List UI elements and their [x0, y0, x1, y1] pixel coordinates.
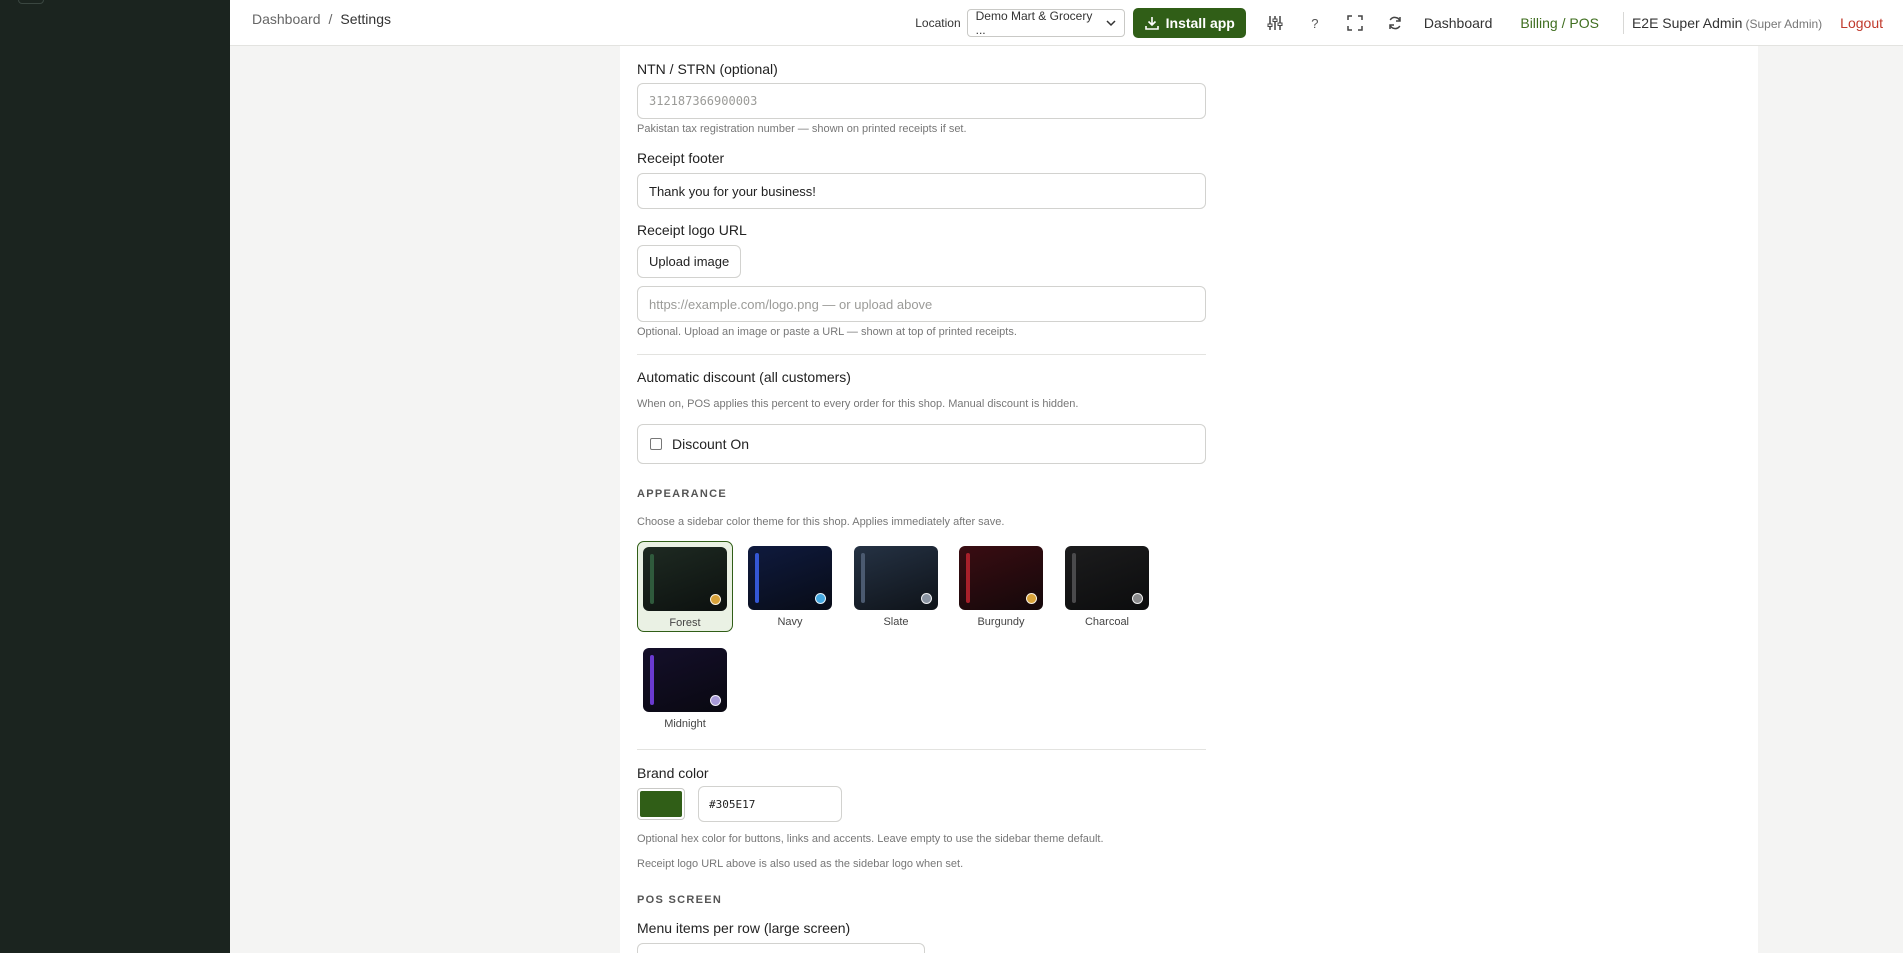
- receipt-logo-placeholder: https://example.com/logo.png — or upload…: [649, 296, 933, 312]
- brand-color-fill: [640, 791, 682, 817]
- install-app-label: Install app: [1165, 15, 1235, 31]
- theme-option-slate[interactable]: Slate: [848, 541, 944, 632]
- theme-swatch: [643, 648, 727, 712]
- theme-swatch: [748, 546, 832, 610]
- breadcrumb: Dashboard / Settings: [252, 11, 391, 27]
- upload-image-button[interactable]: Upload image: [637, 245, 742, 278]
- receipt-footer-value: Thank you for your business!: [649, 183, 816, 199]
- install-app-button[interactable]: Install app: [1132, 8, 1246, 38]
- filters-icon[interactable]: [1264, 12, 1286, 34]
- theme-swatch: [959, 546, 1043, 610]
- pos-screen-heading: POS SCREEN: [637, 894, 723, 906]
- breadcrumb-current: Settings: [340, 11, 391, 27]
- theme-swatch: [643, 547, 727, 611]
- discount-on-label: Discount On: [672, 436, 750, 452]
- top-bar-actions: Location Demo Mart & Grocery ... Install…: [915, 0, 1883, 46]
- theme-name: Forest: [669, 617, 701, 629]
- ntn-input[interactable]: 312187366900003: [637, 83, 1206, 119]
- theme-option-burgundy[interactable]: Burgundy: [953, 541, 1049, 632]
- discount-on-checkbox[interactable]: [650, 438, 662, 450]
- chevron-down-icon: [1106, 20, 1116, 27]
- automatic-discount-title: Automatic discount (all customers): [637, 369, 851, 385]
- location-value: Demo Mart & Grocery ...: [975, 9, 1093, 37]
- refresh-icon[interactable]: [1384, 12, 1406, 34]
- divider: [637, 749, 1206, 750]
- ntn-hint: Pakistan tax registration number — shown…: [637, 123, 967, 135]
- sidebar: [0, 0, 230, 953]
- theme-swatch: [854, 546, 938, 610]
- menu-items-per-row-input[interactable]: [637, 943, 925, 953]
- brand-logo-hint: Receipt logo URL above is also used as t…: [637, 858, 964, 870]
- divider: [637, 354, 1206, 355]
- theme-option-forest[interactable]: Forest: [637, 541, 733, 632]
- appearance-heading: APPEARANCE: [637, 488, 728, 500]
- help-icon[interactable]: ?: [1304, 12, 1326, 34]
- theme-name: Midnight: [664, 718, 706, 730]
- breadcrumb-separator: /: [328, 11, 333, 27]
- discount-on-toggle[interactable]: Discount On: [637, 424, 1206, 464]
- location-label: Location: [915, 16, 961, 30]
- location-select[interactable]: Demo Mart & Grocery ...: [966, 9, 1125, 37]
- receipt-logo-label: Receipt logo URL: [637, 222, 747, 238]
- theme-option-midnight[interactable]: Midnight: [637, 643, 733, 734]
- brand-color-hex-value: #305E17: [709, 797, 756, 811]
- appearance-hint: Choose a sidebar color theme for this sh…: [637, 516, 1005, 528]
- automatic-discount-hint: When on, POS applies this percent to eve…: [637, 398, 1079, 410]
- receipt-logo-hint: Optional. Upload an image or paste a URL…: [637, 326, 1017, 338]
- brand-color-picker[interactable]: [637, 788, 685, 820]
- theme-option-charcoal[interactable]: Charcoal: [1059, 541, 1155, 632]
- fullscreen-icon[interactable]: [1344, 12, 1366, 34]
- theme-swatch: [1065, 546, 1149, 610]
- top-bar-divider: [1622, 12, 1624, 34]
- menu-items-per-row-label: Menu items per row (large screen): [637, 920, 851, 936]
- user-menu[interactable]: E2E Super Admin (Super Admin): [1632, 15, 1822, 31]
- user-name: E2E Super Admin: [1631, 15, 1743, 31]
- user-role: (Super Admin): [1745, 17, 1823, 31]
- top-bar: Dashboard / Settings Location Demo Mart …: [230, 0, 1903, 46]
- receipt-footer-label: Receipt footer: [637, 150, 725, 166]
- brand-color-hex-input[interactable]: #305E17: [698, 786, 842, 822]
- receipt-footer-input[interactable]: Thank you for your business!: [637, 173, 1206, 209]
- theme-name: Charcoal: [1084, 616, 1130, 628]
- brand-color-hint: Optional hex color for buttons, links an…: [637, 833, 1104, 845]
- sidebar-toggle[interactable]: [18, 0, 44, 4]
- download-icon: [1144, 17, 1159, 30]
- theme-name: Burgundy: [977, 616, 1025, 628]
- nav-dashboard-link[interactable]: Dashboard: [1424, 15, 1493, 31]
- receipt-logo-url-input[interactable]: https://example.com/logo.png — or upload…: [637, 286, 1206, 322]
- brand-color-label: Brand color: [637, 765, 709, 781]
- ntn-label: NTN / STRN (optional): [637, 61, 778, 77]
- breadcrumb-dashboard[interactable]: Dashboard: [252, 11, 321, 27]
- logout-link[interactable]: Logout: [1840, 15, 1883, 31]
- theme-option-navy[interactable]: Navy: [742, 541, 838, 632]
- ntn-placeholder: 312187366900003: [649, 94, 758, 108]
- nav-billing-pos-link[interactable]: Billing / POS: [1520, 15, 1599, 31]
- theme-name: Navy: [777, 616, 803, 628]
- theme-name: Slate: [883, 616, 909, 628]
